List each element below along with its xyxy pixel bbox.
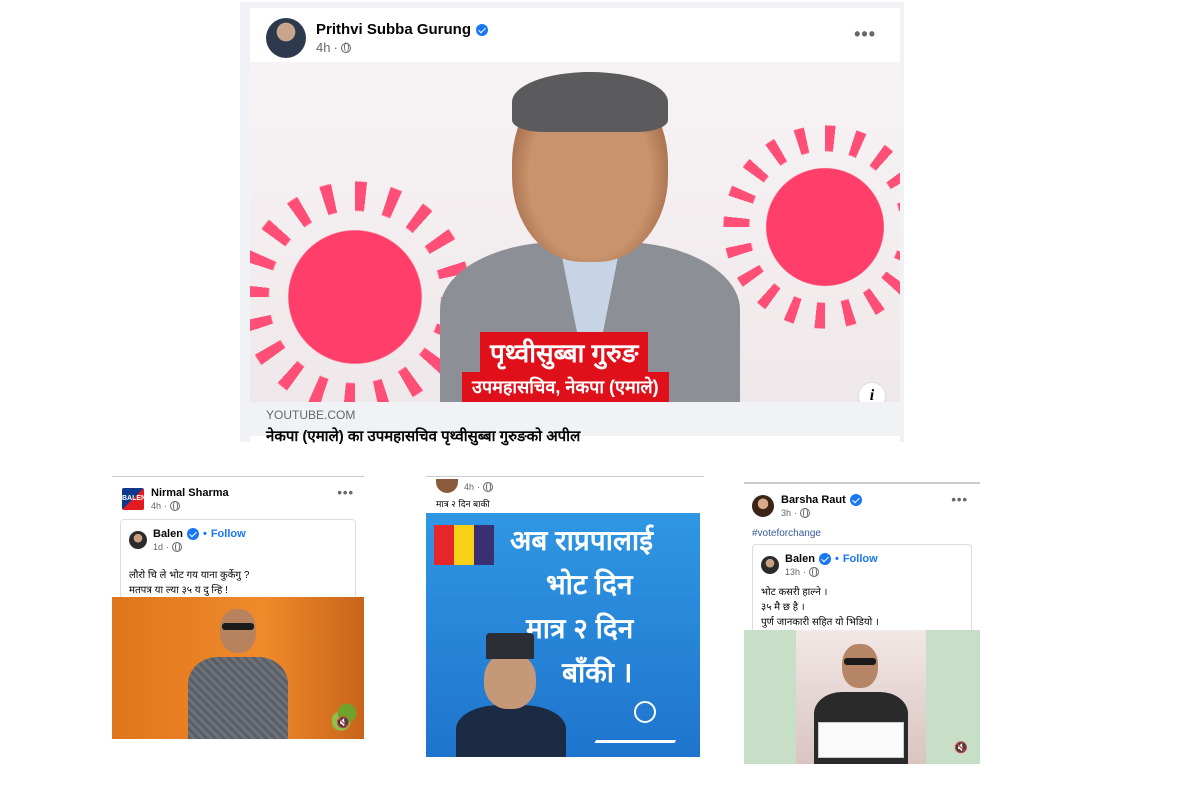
globe-icon bbox=[172, 541, 183, 552]
follow-button[interactable]: Follow bbox=[843, 553, 878, 565]
hashtag-link[interactable]: #voteforchange bbox=[752, 528, 821, 539]
globe-icon bbox=[170, 500, 181, 511]
post-time[interactable]: 4h bbox=[316, 40, 330, 55]
author-name[interactable]: Nirmal Sharma bbox=[151, 487, 229, 499]
leader-photo bbox=[456, 633, 566, 757]
main-post-card: Prithvi Subba Gurung 4h · ••• पृथ्वीसुब्… bbox=[240, 2, 904, 445]
post-time[interactable]: 1d bbox=[153, 542, 163, 552]
nirmal-post-header: BALEN Nirmal Sharma 4h · bbox=[122, 487, 229, 511]
video-player[interactable]: 🔇 bbox=[744, 630, 980, 764]
poster-line-1: अब राप्रपालाई bbox=[510, 525, 653, 556]
flag-stripe-yellow bbox=[454, 525, 474, 565]
info-button[interactable]: i bbox=[858, 382, 886, 402]
globe-icon bbox=[800, 507, 811, 518]
more-options-button[interactable]: ••• bbox=[854, 24, 876, 45]
author-name-row: Prithvi Subba Gurung bbox=[316, 21, 489, 38]
poster-line-4: बाँकी । bbox=[562, 657, 633, 688]
globe-icon bbox=[809, 566, 820, 577]
shared-post-header: Balen • Follow 1d · bbox=[129, 528, 246, 552]
verified-badge-icon bbox=[186, 528, 199, 540]
author-name[interactable]: Barsha Raut bbox=[781, 494, 846, 506]
globe-icon bbox=[340, 42, 351, 53]
mute-icon[interactable]: 🔇 bbox=[336, 716, 350, 729]
shared-post[interactable]: Balen • Follow 13h · भोट कसरी हाल्ने । ३… bbox=[752, 544, 972, 634]
shared-author-avatar[interactable] bbox=[761, 556, 779, 574]
post-time[interactable]: 13h bbox=[785, 567, 800, 577]
post-time[interactable]: 4h bbox=[464, 482, 474, 492]
author-avatar[interactable] bbox=[266, 18, 306, 58]
shared-post[interactable]: Balen • Follow 1d · लौरो चि ले भोट गय या… bbox=[120, 519, 356, 599]
barsha-post-card: Barsha Raut 3h · ••• #voteforchange Bale… bbox=[744, 482, 980, 764]
post-text: मात्र २ दिन बाकी bbox=[436, 499, 490, 509]
flag-stripe-red bbox=[434, 525, 454, 565]
author-name[interactable]: Prithvi Subba Gurung bbox=[316, 21, 471, 38]
party-sun-emblem-right bbox=[750, 152, 900, 302]
verified-badge-icon bbox=[476, 23, 489, 36]
shared-post-header: Balen • Follow 13h · bbox=[761, 553, 878, 577]
follow-button[interactable]: Follow bbox=[211, 528, 246, 540]
main-post-header: Prithvi Subba Gurung 4h · bbox=[266, 18, 489, 58]
shared-author-avatar[interactable] bbox=[129, 531, 147, 549]
verified-badge-icon bbox=[849, 494, 862, 506]
shared-author-name[interactable]: Balen bbox=[785, 553, 815, 565]
poster-post-header: 4h · bbox=[436, 479, 494, 493]
author-avatar[interactable] bbox=[436, 479, 458, 493]
author-avatar[interactable] bbox=[752, 495, 774, 517]
image-caption-title: उपमहासचिव, नेकपा (एमाले) bbox=[462, 372, 669, 402]
ballot-paper bbox=[818, 722, 904, 758]
link-preview-image[interactable]: पृथ्वीसुब्बा गुरुङ उपमहासचिव, नेकपा (एमा… bbox=[250, 62, 900, 402]
verified-badge-icon bbox=[818, 553, 831, 565]
post-meta: 4h · bbox=[316, 40, 488, 55]
more-options-button[interactable]: ••• bbox=[951, 492, 968, 507]
shared-post-text: लौरो चि ले भोट गय याना कुर्केगु ? मतपत्र… bbox=[129, 570, 250, 596]
post-time[interactable]: 4h bbox=[151, 501, 161, 511]
link-title[interactable]: नेकपा (एमाले) का उपमहासचिव पृथ्वीसुब्बा … bbox=[266, 426, 884, 446]
swastika-sun-icon bbox=[634, 701, 656, 723]
shared-post-text: भोट कसरी हाल्ने । ३५ मै छ है । पुर्ण जान… bbox=[761, 587, 879, 628]
balen-logo-avatar[interactable]: BALEN bbox=[122, 488, 144, 510]
flag-stripe-purple bbox=[474, 525, 494, 565]
nirmal-post-card: BALEN Nirmal Sharma 4h · ••• Balen • Fol… bbox=[112, 476, 364, 739]
party-flag bbox=[434, 525, 494, 565]
video-frame bbox=[796, 630, 926, 764]
campaign-poster-image[interactable]: अब राप्रपालाई भोट दिन मात्र २ दिन बाँकी … bbox=[426, 513, 700, 757]
party-sun-emblem-left bbox=[270, 212, 440, 382]
poster-line-2: भोट दिन bbox=[546, 569, 633, 600]
video-player[interactable]: 🔇 bbox=[112, 597, 364, 739]
poster-post-card: 4h · मात्र २ दिन बाकी अब राप्रपालाई भोट … bbox=[426, 476, 704, 757]
post-time[interactable]: 3h bbox=[781, 508, 791, 518]
link-domain: YOUTUBE.COM bbox=[266, 408, 356, 422]
link-preview-footer[interactable]: YOUTUBE.COM नेकपा (एमाले) का उपमहासचिव प… bbox=[250, 402, 900, 445]
globe-icon bbox=[483, 481, 494, 492]
shared-author-name[interactable]: Balen bbox=[153, 528, 183, 540]
mute-icon[interactable]: 🔇 bbox=[954, 741, 968, 754]
barsha-post-header: Barsha Raut 3h · bbox=[752, 494, 862, 518]
more-options-button[interactable]: ••• bbox=[337, 485, 354, 500]
image-caption-name: पृथ्वीसुब्बा गुरुङ bbox=[480, 332, 649, 372]
